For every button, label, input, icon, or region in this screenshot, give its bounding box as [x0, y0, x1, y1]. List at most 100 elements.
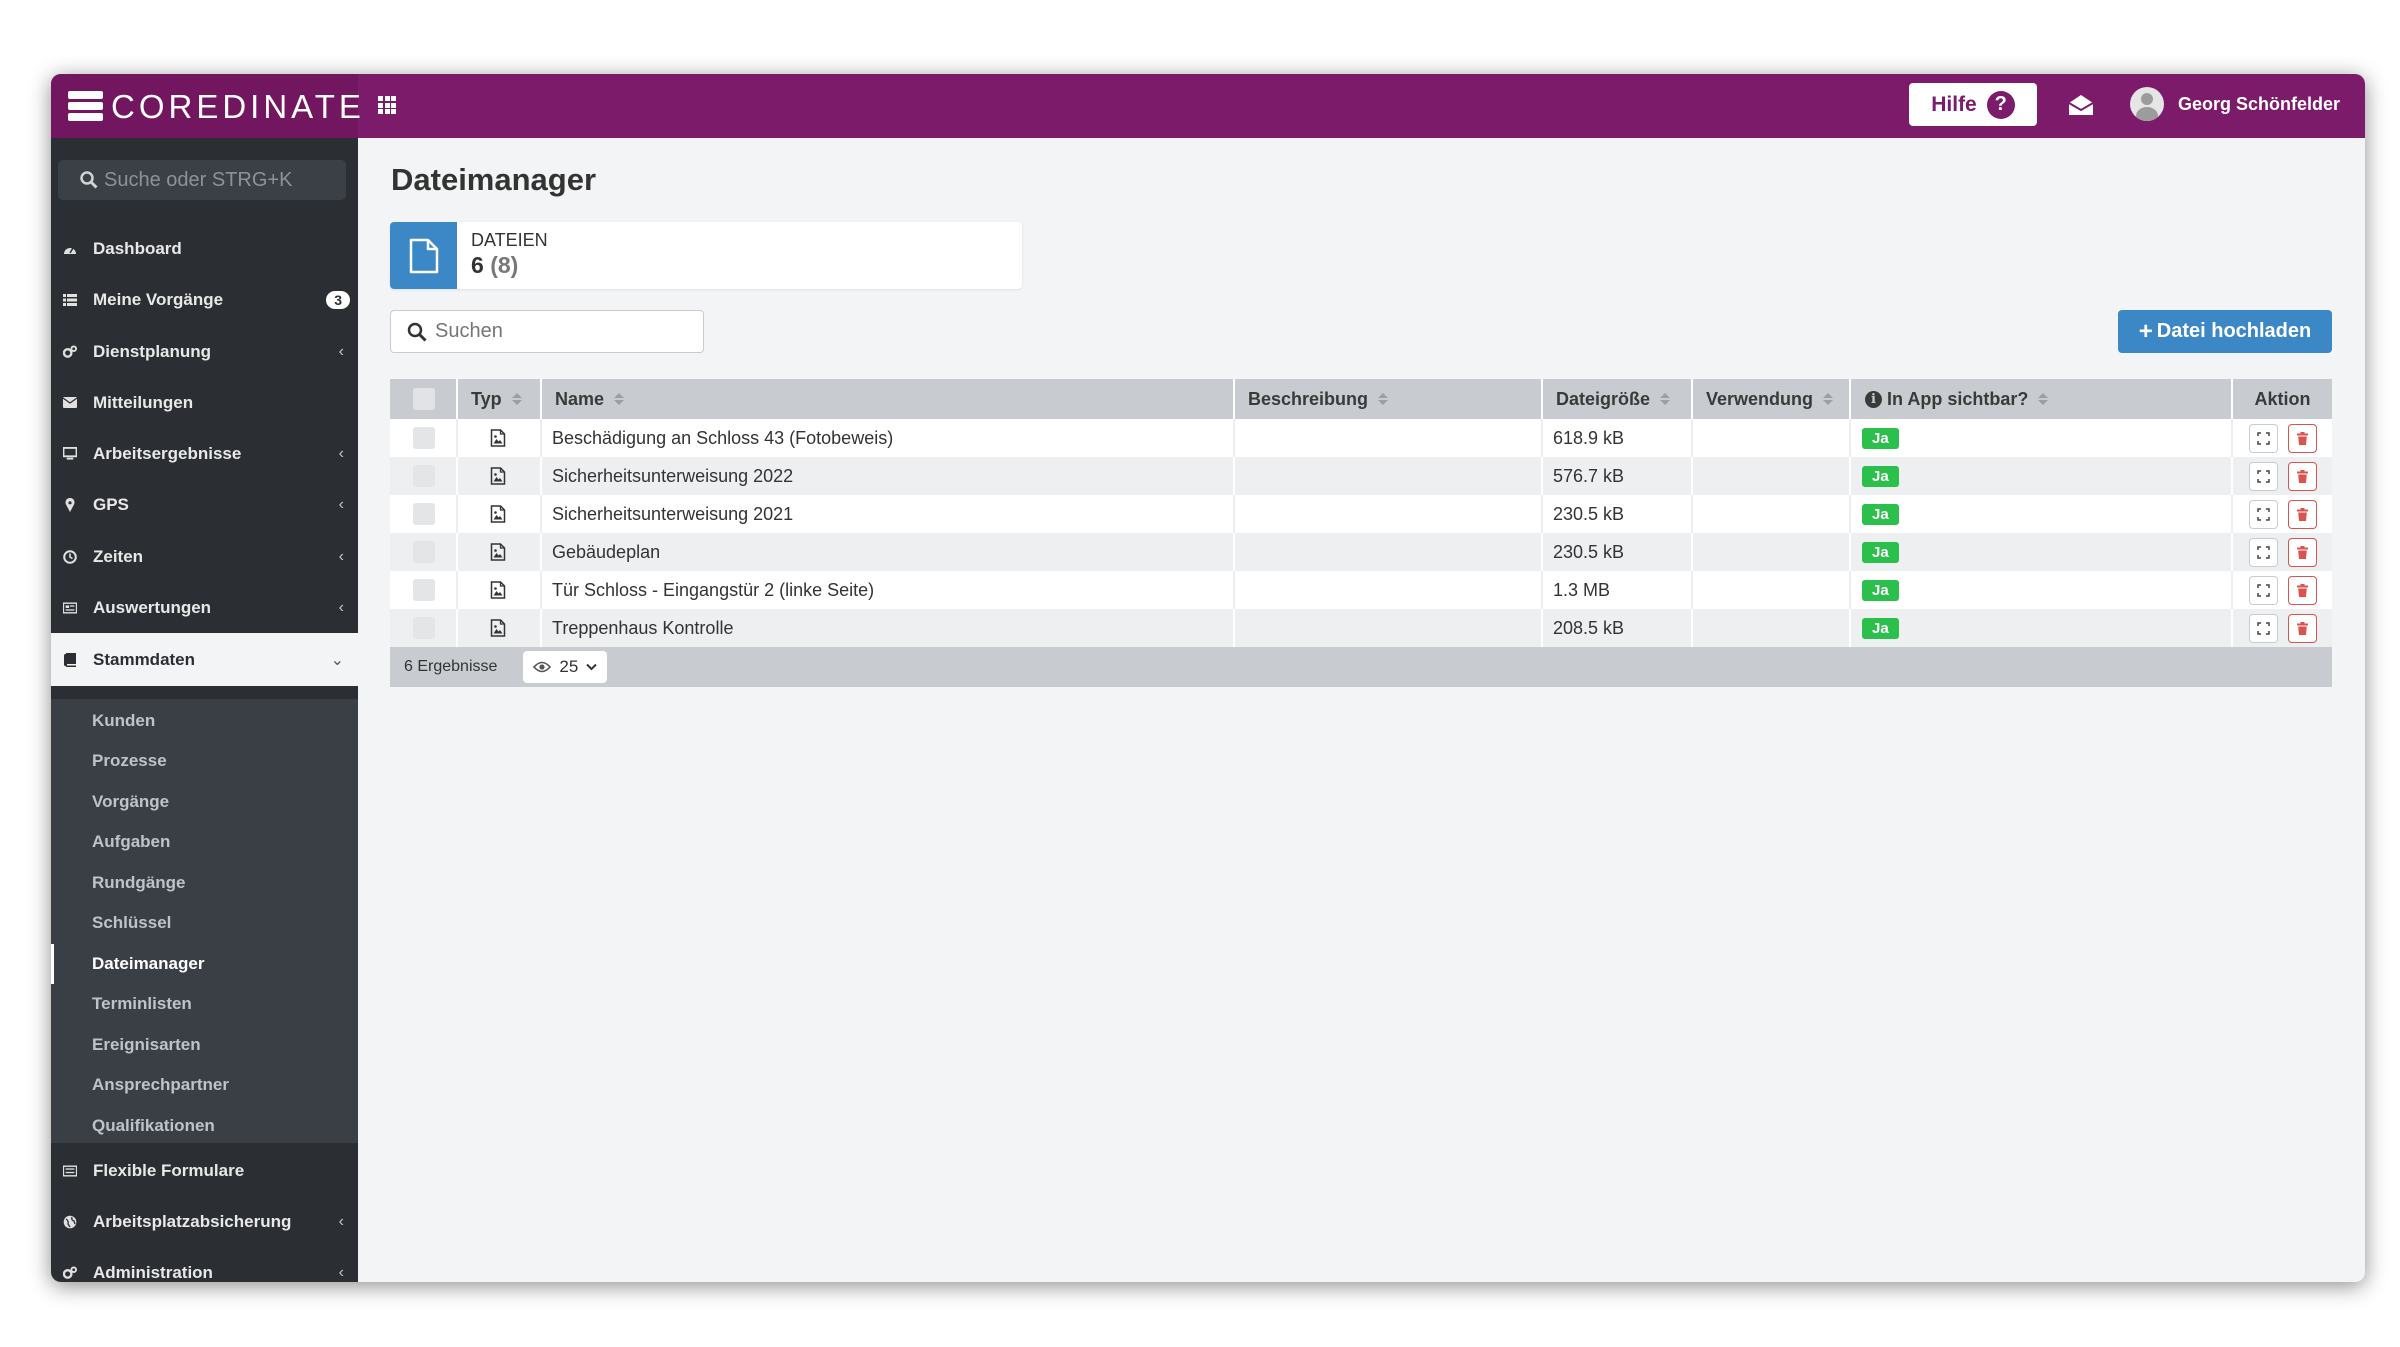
- header-visible[interactable]: i In App sichtbar?: [1851, 379, 2233, 419]
- sidebar-item-auswertungen[interactable]: Auswertungen ‹: [51, 582, 358, 633]
- delete-button[interactable]: [2287, 537, 2317, 567]
- cell-usage: [1693, 495, 1851, 533]
- cell-action: [2233, 571, 2332, 609]
- upload-file-button[interactable]: + Datei hochladen: [2118, 310, 2332, 353]
- row-name[interactable]: Sicherheitsunterweisung 2022: [552, 466, 793, 487]
- sidebar-subitem-qualifikationen[interactable]: Qualifikationen: [51, 1106, 358, 1146]
- header-type[interactable]: Typ: [458, 379, 542, 419]
- row-checkbox[interactable]: [413, 503, 435, 525]
- row-checkbox[interactable]: [413, 427, 435, 449]
- header-description[interactable]: Beschreibung: [1235, 379, 1543, 419]
- cell-cb: [390, 457, 458, 495]
- sidebar-item-arbeitsergebnisse[interactable]: Arbeitsergebnisse ‹: [51, 428, 358, 479]
- table-row[interactable]: Treppenhaus Kontrolle 208.5 kB Ja: [390, 609, 2332, 647]
- sidebar-item-label: Zeiten: [93, 546, 144, 566]
- sidebar-item-flexible-formulare[interactable]: Flexible Formulare: [51, 1145, 358, 1196]
- header-size[interactable]: Dateigröße: [1543, 379, 1693, 419]
- sidebar-item-meine-vorgaenge[interactable]: Meine Vorgänge 3: [51, 274, 358, 325]
- globe-icon: [63, 1215, 77, 1229]
- delete-button[interactable]: [2287, 423, 2317, 453]
- page-size-select[interactable]: 25: [523, 651, 608, 683]
- info-icon: i: [1865, 390, 1882, 408]
- sidebar-subitem-vorgaenge[interactable]: Vorgänge: [51, 782, 358, 822]
- delete-button[interactable]: [2287, 613, 2317, 643]
- sidebar-subitem-rundgaenge[interactable]: Rundgänge: [51, 863, 358, 903]
- expand-button[interactable]: [2248, 499, 2278, 529]
- eye-icon: [533, 661, 552, 673]
- delete-button[interactable]: [2287, 461, 2317, 491]
- sidebar-item-dashboard[interactable]: Dashboard: [51, 223, 358, 274]
- sidebar-item-stammdaten[interactable]: Stammdaten ⌄: [51, 633, 358, 686]
- row-name[interactable]: Tür Schloss - Eingangstür 2 (linke Seite…: [552, 580, 874, 601]
- cell-size: 1.3 MB: [1543, 571, 1693, 609]
- expand-button[interactable]: [2248, 423, 2278, 453]
- sidebar-item-dienstplanung[interactable]: Dienstplanung ‹: [51, 326, 358, 377]
- visible-badge: Ja: [1862, 503, 1899, 525]
- envelope-open-icon[interactable]: [2068, 94, 2094, 116]
- row-checkbox[interactable]: [413, 617, 435, 639]
- table-row[interactable]: Sicherheitsunterweisung 2022 576.7 kB Ja: [390, 457, 2332, 495]
- table-row[interactable]: Tür Schloss - Eingangstür 2 (linke Seite…: [390, 571, 2332, 609]
- sidebar-subitem-ereignisarten[interactable]: Ereignisarten: [51, 1025, 358, 1065]
- user-menu[interactable]: Georg Schönfelder: [2130, 87, 2340, 121]
- sort-icon: [1378, 393, 1389, 405]
- row-checkbox[interactable]: [413, 541, 435, 563]
- sidebar-item-label: Flexible Formulare: [93, 1160, 245, 1180]
- cell-type: [458, 457, 542, 495]
- chevron-down-icon: ⌄: [330, 651, 344, 669]
- delete-button[interactable]: [2287, 499, 2317, 529]
- search-field[interactable]: [390, 310, 704, 353]
- sidebar-item-label: Dashboard: [93, 238, 182, 258]
- expand-button[interactable]: [2248, 537, 2278, 567]
- sidebar-subitem-schluessel[interactable]: Schlüssel: [51, 903, 358, 943]
- row-name[interactable]: Beschädigung an Schloss 43 (Fotobeweis): [552, 428, 893, 449]
- header-name[interactable]: Name: [542, 379, 1235, 419]
- apps-grid-icon[interactable]: [378, 96, 396, 114]
- image-file-icon: [490, 467, 506, 485]
- sidebar-subitem-aufgaben[interactable]: Aufgaben: [51, 822, 358, 862]
- cell-usage: [1693, 457, 1851, 495]
- visible-badge: Ja: [1862, 427, 1899, 449]
- expand-button[interactable]: [2248, 613, 2278, 643]
- sidebar-search[interactable]: Suche oder STRG+K: [58, 160, 346, 200]
- table-body: Beschädigung an Schloss 43 (Fotobeweis) 6…: [390, 419, 2332, 647]
- cell-cb: [390, 419, 458, 457]
- search-input[interactable]: [435, 320, 685, 343]
- row-name[interactable]: Gebäudeplan: [552, 542, 660, 563]
- upload-label: Datei hochladen: [2156, 320, 2312, 342]
- sidebar-subitem-terminlisten[interactable]: Terminlisten: [51, 984, 358, 1024]
- sidebar-item-administration[interactable]: Administration ‹: [51, 1247, 358, 1282]
- sidebar-subitem-prozesse[interactable]: Prozesse: [51, 741, 358, 781]
- header-usage[interactable]: Verwendung: [1693, 379, 1851, 419]
- expand-button[interactable]: [2248, 461, 2278, 491]
- trash-icon: [2296, 469, 2308, 483]
- table-row[interactable]: Gebäudeplan 230.5 kB Ja: [390, 533, 2332, 571]
- cell-visible: Ja: [1851, 571, 2233, 609]
- expand-button[interactable]: [2248, 575, 2278, 605]
- sidebar-item-arbeitsplatzabsicherung[interactable]: Arbeitsplatzabsicherung ‹: [51, 1196, 358, 1247]
- row-name[interactable]: Treppenhaus Kontrolle: [552, 618, 733, 639]
- cell-type: [458, 571, 542, 609]
- logo[interactable]: COREDINATE: [51, 74, 361, 138]
- sidebar-item-zeiten[interactable]: Zeiten ‹: [51, 531, 358, 582]
- stat-count: 6: [471, 252, 484, 278]
- delete-button[interactable]: [2287, 575, 2317, 605]
- header-name-label: Name: [555, 388, 605, 409]
- table-row[interactable]: Sicherheitsunterweisung 2021 230.5 kB Ja: [390, 495, 2332, 533]
- table-row[interactable]: Beschädigung an Schloss 43 (Fotobeweis) 6…: [390, 419, 2332, 457]
- chevron-down-icon: [586, 663, 598, 671]
- page-title: Dateimanager: [391, 162, 597, 197]
- row-size: 230.5 kB: [1553, 541, 1625, 562]
- row-checkbox[interactable]: [413, 579, 435, 601]
- row-checkbox[interactable]: [413, 465, 435, 487]
- help-button[interactable]: Hilfe ?: [1909, 83, 2037, 126]
- sidebar-subitem-kunden[interactable]: Kunden: [51, 701, 358, 741]
- help-label: Hilfe: [1931, 92, 1977, 116]
- report-icon: [63, 601, 77, 615]
- sidebar-item-gps[interactable]: GPS ‹: [51, 479, 358, 530]
- row-name[interactable]: Sicherheitsunterweisung 2021: [552, 504, 793, 525]
- sidebar-subitem-dateimanager[interactable]: Dateimanager: [51, 944, 358, 984]
- sidebar-subitem-ansprechpartner[interactable]: Ansprechpartner: [51, 1065, 358, 1105]
- sidebar-item-mitteilungen[interactable]: Mitteilungen: [51, 377, 358, 428]
- select-all-checkbox[interactable]: [413, 388, 435, 410]
